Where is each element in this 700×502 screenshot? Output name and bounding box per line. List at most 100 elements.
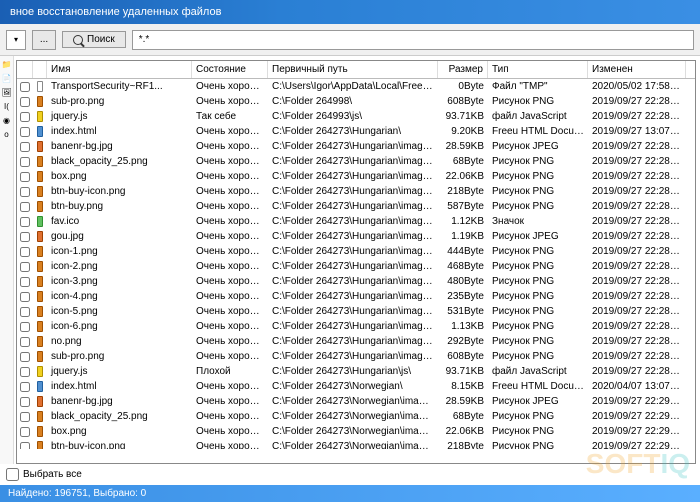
drive-dropdown[interactable]: ▾ (6, 30, 26, 50)
row-checkbox[interactable] (20, 97, 30, 107)
row-checkbox[interactable] (20, 352, 30, 362)
search-button[interactable]: Поиск (62, 31, 126, 48)
sidebar-icon[interactable]: 🖼 (2, 88, 12, 98)
sidebar-icon[interactable]: I( (2, 102, 12, 112)
cell-date: 2019/09/27 13:07:32 (588, 125, 686, 138)
search-icon (73, 35, 83, 45)
browse-button[interactable]: ... (32, 30, 56, 50)
table-row[interactable]: jquery.jsТак себеC:\Folder 264993\js\93.… (17, 109, 695, 124)
cell-name: no.png (47, 335, 192, 348)
row-checkbox[interactable] (20, 157, 30, 167)
file-icon (37, 126, 43, 137)
cell-name: jquery.js (47, 110, 192, 123)
cell-size: 1.19KB (438, 230, 488, 243)
row-checkbox[interactable] (20, 262, 30, 272)
col-name[interactable]: Имя (47, 61, 192, 78)
row-checkbox[interactable] (20, 232, 30, 242)
sidebar-icon[interactable]: 📁 (2, 60, 12, 70)
table-row[interactable]: sub-pro.pngОчень хорошийC:\Folder 264273… (17, 349, 695, 364)
table-body[interactable]: TransportSecurity~RF1...Очень хорошийC:\… (17, 79, 695, 449)
cell-size: 444Byte (438, 245, 488, 258)
cell-name: jquery.js (47, 365, 192, 378)
row-checkbox[interactable] (20, 82, 30, 92)
table-row[interactable]: fav.icoОчень хорошийC:\Folder 264273\Hun… (17, 214, 695, 229)
row-checkbox[interactable] (20, 367, 30, 377)
select-all-checkbox[interactable]: Выбрать все (6, 466, 694, 483)
table-row[interactable]: black_opacity_25.pngОчень хорошийC:\Fold… (17, 154, 695, 169)
table-row[interactable]: icon-2.pngОчень хорошийC:\Folder 264273\… (17, 259, 695, 274)
col-path[interactable]: Первичный путь (268, 61, 438, 78)
table-row[interactable]: box.pngОчень хорошийC:\Folder 264273\Hun… (17, 169, 695, 184)
table-row[interactable]: jquery.jsПлохойC:\Folder 264273\Hungaria… (17, 364, 695, 379)
table-row[interactable]: icon-6.pngОчень хорошийC:\Folder 264273\… (17, 319, 695, 334)
table-row[interactable]: black_opacity_25.pngОчень хорошийC:\Fold… (17, 409, 695, 424)
row-checkbox[interactable] (20, 202, 30, 212)
row-checkbox[interactable] (20, 112, 30, 122)
col-modified[interactable]: Изменен (588, 61, 686, 78)
col-type[interactable]: Тип (488, 61, 588, 78)
cell-size: 68Byte (438, 155, 488, 168)
row-checkbox[interactable] (20, 307, 30, 317)
table-row[interactable]: icon-3.pngОчень хорошийC:\Folder 264273\… (17, 274, 695, 289)
col-state[interactable]: Состояние (192, 61, 268, 78)
table-row[interactable]: banenr-bg.jpgОчень хорошийC:\Folder 2642… (17, 394, 695, 409)
row-checkbox[interactable] (20, 337, 30, 347)
row-checkbox[interactable] (20, 382, 30, 392)
cell-state: Очень хороший (192, 380, 268, 393)
table-row[interactable]: icon-4.pngОчень хорошийC:\Folder 264273\… (17, 289, 695, 304)
cell-size: 22.06KB (438, 170, 488, 183)
cell-state: Очень хороший (192, 440, 268, 449)
col-check[interactable] (17, 61, 33, 78)
row-checkbox[interactable] (20, 187, 30, 197)
cell-path: C:\Folder 264273\Hungarian\images\ (268, 215, 438, 228)
row-checkbox[interactable] (20, 247, 30, 257)
table-row[interactable]: TransportSecurity~RF1...Очень хорошийC:\… (17, 79, 695, 94)
row-checkbox[interactable] (20, 127, 30, 137)
row-checkbox[interactable] (20, 172, 30, 182)
col-size[interactable]: Размер (438, 61, 488, 78)
row-checkbox[interactable] (20, 142, 30, 152)
sidebar-icon[interactable]: o (2, 130, 12, 140)
table-row[interactable]: index.htmlОчень хорошийC:\Folder 264273\… (17, 379, 695, 394)
cell-type: Рисунок PNG (488, 185, 588, 198)
cell-date: 2019/09/27 22:28:56 (588, 305, 686, 318)
sidebar-icon[interactable]: ◉ (2, 116, 12, 126)
row-checkbox[interactable] (20, 397, 30, 407)
table-row[interactable]: btn-buy-icon.pngОчень хорошийC:\Folder 2… (17, 439, 695, 449)
cell-name: black_opacity_25.png (47, 155, 192, 168)
table-row[interactable]: btn-buy-icon.pngОчень хорошийC:\Folder 2… (17, 184, 695, 199)
table-row[interactable]: icon-5.pngОчень хорошийC:\Folder 264273\… (17, 304, 695, 319)
row-checkbox[interactable] (20, 412, 30, 422)
row-checkbox[interactable] (20, 442, 30, 450)
cell-type: Рисунок PNG (488, 320, 588, 333)
table-row[interactable]: box.pngОчень хорошийC:\Folder 264273\Nor… (17, 424, 695, 439)
row-checkbox[interactable] (20, 217, 30, 227)
row-checkbox[interactable] (20, 322, 30, 332)
table-row[interactable]: index.htmlОчень хорошийC:\Folder 264273\… (17, 124, 695, 139)
sidebar-icon[interactable]: 📄 (2, 74, 12, 84)
cell-name: box.png (47, 170, 192, 183)
filter-input[interactable] (132, 30, 694, 50)
row-checkbox[interactable] (20, 277, 30, 287)
cell-state: Очень хороший (192, 80, 268, 93)
file-icon (37, 246, 43, 257)
cell-date: 2019/09/27 22:28:56 (588, 185, 686, 198)
table-row[interactable]: no.pngОчень хорошийC:\Folder 264273\Hung… (17, 334, 695, 349)
cell-type: Рисунок PNG (488, 335, 588, 348)
file-icon (37, 321, 43, 332)
cell-state: Плохой (192, 365, 268, 378)
cell-path: C:\Folder 264273\Hungarian\images\ (268, 230, 438, 243)
table-row[interactable]: icon-1.pngОчень хорошийC:\Folder 264273\… (17, 244, 695, 259)
row-checkbox[interactable] (20, 292, 30, 302)
cell-path: C:\Folder 264273\Hungarian\images\ (268, 335, 438, 348)
cell-size: 292Byte (438, 335, 488, 348)
table-row[interactable]: btn-buy.pngОчень хорошийC:\Folder 264273… (17, 199, 695, 214)
table-row[interactable]: sub-pro.pngОчень хорошийC:\Folder 264998… (17, 94, 695, 109)
row-checkbox[interactable] (20, 427, 30, 437)
table-row[interactable]: gou.jpgОчень хорошийC:\Folder 264273\Hun… (17, 229, 695, 244)
cell-size: 468Byte (438, 260, 488, 273)
file-icon (37, 351, 43, 362)
cell-name: box.png (47, 425, 192, 438)
cell-state: Очень хороший (192, 230, 268, 243)
table-row[interactable]: banenr-bg.jpgОчень хорошийC:\Folder 2642… (17, 139, 695, 154)
